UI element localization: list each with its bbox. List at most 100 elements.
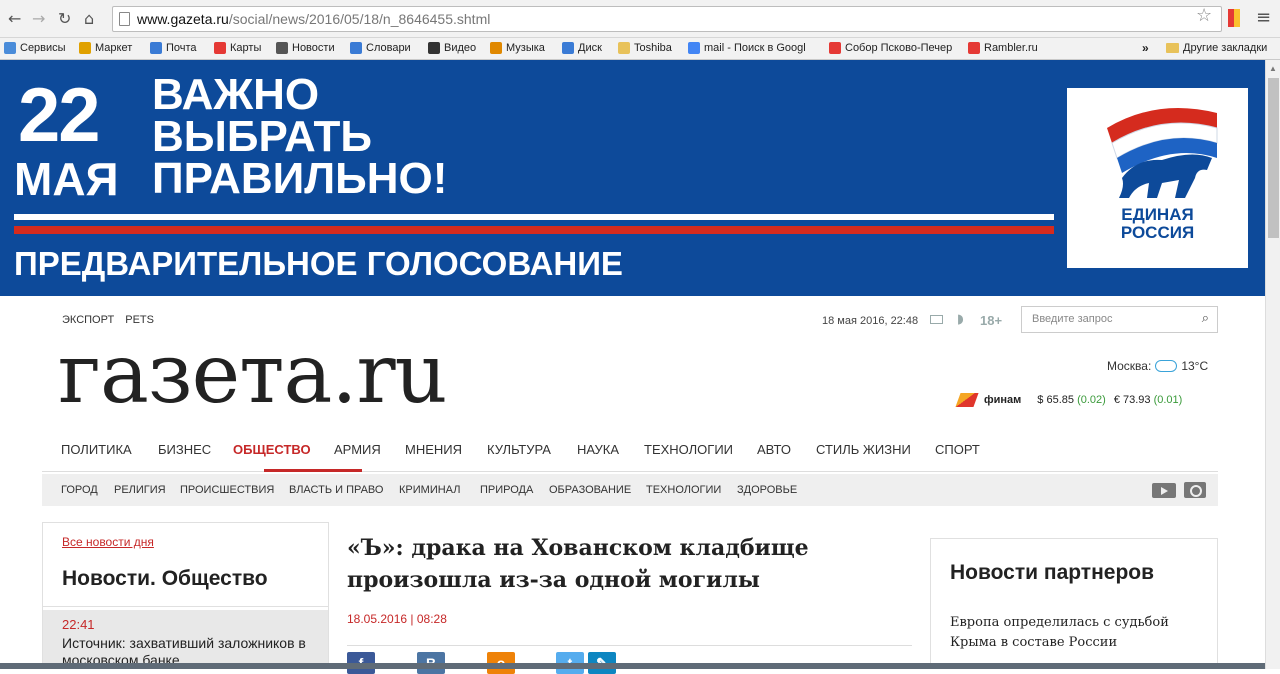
- banner-slogan-line: ВАЖНО: [152, 70, 320, 119]
- url-text[interactable]: www.gazeta.ru/social/news/2016/05/18/n_8…: [137, 11, 490, 27]
- partner-news: Новости партнеров Европа определилась с …: [930, 538, 1218, 669]
- bookmark-favicon-icon: [150, 42, 162, 54]
- subnav-item[interactable]: ПРОИСШЕСТВИЯ: [180, 484, 274, 496]
- bookmark-item[interactable]: Почта: [150, 42, 197, 54]
- address-bar[interactable]: www.gazeta.ru/social/news/2016/05/18/n_8…: [112, 6, 1222, 32]
- other-bookmarks-folder[interactable]: Другие закладки: [1166, 42, 1267, 54]
- nav-item[interactable]: АВТО: [757, 442, 791, 457]
- site-search: ⌕: [1021, 306, 1218, 333]
- mail-icon[interactable]: [930, 315, 943, 324]
- nav-item[interactable]: СТИЛЬ ЖИЗНИ: [816, 442, 911, 457]
- bookmark-item[interactable]: Диск: [562, 42, 602, 54]
- subnav-item[interactable]: ЗДОРОВЬЕ: [737, 484, 797, 496]
- party-name-line: ЕДИНАЯ: [1121, 205, 1194, 224]
- bookmark-favicon-icon: [428, 42, 440, 54]
- eur-rate: € 73.93 (0.01): [1114, 394, 1183, 406]
- bottom-strip: [0, 663, 1265, 669]
- page-icon: [119, 12, 130, 26]
- ad-banner[interactable]: 22 МАЯ ВАЖНО ВЫБРАТЬ ПРАВИЛЬНО! ПРЕДВАРИ…: [0, 60, 1265, 296]
- site-logo[interactable]: газета.ru: [58, 330, 447, 420]
- partner-heading: Новости партнеров: [950, 561, 1155, 584]
- subnav-item[interactable]: РЕЛИГИЯ: [114, 484, 166, 496]
- flag-stripe-red: [14, 226, 1054, 234]
- bookmark-favicon-icon: [350, 42, 362, 54]
- banner-subline: ПРЕДВАРИТЕЛЬНОЕ ГОЛОСОВАНИЕ: [14, 245, 623, 282]
- divider: [43, 606, 328, 607]
- export-link[interactable]: ЭКСПОРТ: [62, 314, 114, 326]
- search-icon[interactable]: ⌕: [1202, 311, 1209, 326]
- bookmark-item[interactable]: Видео: [428, 42, 476, 54]
- bookmark-label: Новости: [292, 42, 335, 54]
- weather-widget[interactable]: Москва: 13°C: [1107, 359, 1208, 373]
- bookmark-item[interactable]: Сервисы: [4, 42, 66, 54]
- party-name-line: РОССИЯ: [1120, 223, 1195, 242]
- cloud-icon: [1155, 360, 1178, 372]
- main-navigation: ПОЛИТИКА БИЗНЕС ОБЩЕСТВО АРМИЯ МНЕНИЯ КУЛЬТУР…: [42, 430, 1218, 472]
- subnav-item[interactable]: ПРИРОДА: [480, 484, 533, 496]
- banner-slogan-line: ВЫБРАТЬ: [152, 112, 373, 161]
- bookmark-label: Rambler.ru: [984, 42, 1038, 54]
- divider: [347, 645, 912, 646]
- nav-item[interactable]: НАУКА: [577, 442, 619, 457]
- banner-month: МАЯ: [14, 153, 119, 205]
- home-icon[interactable]: ⌂: [84, 9, 94, 28]
- bookmark-favicon-icon: [79, 42, 91, 54]
- nav-item[interactable]: ОБЩЕСТВО: [233, 442, 311, 457]
- bookmark-item[interactable]: Собор Псково-Печер: [829, 42, 952, 54]
- pets-link[interactable]: PETS: [125, 314, 154, 326]
- currency-rates[interactable]: финам $ 65.85 (0.02) € 73.93 (0.01): [955, 393, 1183, 407]
- nav-item[interactable]: БИЗНЕС: [158, 442, 211, 457]
- bookmark-label: Словари: [366, 42, 411, 54]
- nav-item[interactable]: АРМИЯ: [334, 442, 381, 457]
- search-input[interactable]: [1032, 307, 1192, 331]
- nav-item[interactable]: ПОЛИТИКА: [61, 442, 132, 457]
- nav-item[interactable]: СПОРТ: [935, 442, 980, 457]
- nav-item[interactable]: КУЛЬТУРА: [487, 442, 551, 457]
- bookmark-item[interactable]: Музыка: [490, 42, 545, 54]
- usd-value: $ 65.85: [1037, 394, 1074, 406]
- forward-arrow-icon[interactable]: →: [32, 9, 45, 28]
- bookmark-favicon-icon: [968, 42, 980, 54]
- browser-menu-icon[interactable]: ≡: [1256, 7, 1271, 28]
- current-datetime: 18 мая 2016, 22:48: [822, 315, 919, 327]
- bookmark-star-icon[interactable]: ☆: [1196, 5, 1212, 26]
- subnav-item[interactable]: КРИМИНАЛ: [399, 484, 460, 496]
- bookmarks-more-button[interactable]: »: [1142, 41, 1149, 55]
- bookmark-item[interactable]: Словари: [350, 42, 411, 54]
- news-time: 22:41: [62, 617, 95, 632]
- camera-icon[interactable]: [1184, 482, 1206, 498]
- back-arrow-icon[interactable]: ←: [8, 9, 21, 28]
- bookmark-item[interactable]: Новости: [276, 42, 335, 54]
- subnav-item[interactable]: ТЕХНОЛОГИИ: [646, 484, 721, 496]
- nav-item[interactable]: ТЕХНОЛОГИИ: [644, 442, 733, 457]
- party-name: ЕДИНАЯ РОССИЯ: [1067, 206, 1248, 242]
- bookmark-favicon-icon: [829, 42, 841, 54]
- all-news-link[interactable]: Все новости дня: [62, 535, 154, 549]
- bookmark-label: Диск: [578, 42, 602, 54]
- bookmark-label: Маркет: [95, 42, 133, 54]
- video-icon[interactable]: [1152, 483, 1176, 498]
- page-scrollbar[interactable]: ▲: [1265, 60, 1280, 669]
- bookmark-item[interactable]: Toshiba: [618, 42, 672, 54]
- bookmark-item[interactable]: Карты: [214, 42, 261, 54]
- usd-change: (0.02): [1077, 394, 1106, 406]
- nav-item[interactable]: МНЕНИЯ: [405, 442, 462, 457]
- bookmark-favicon-icon: [490, 42, 502, 54]
- article-date: 18.05.2016 | 08:28: [347, 612, 447, 626]
- partner-news-link[interactable]: Европа определилась с судьбой Крыма в со…: [950, 613, 1205, 653]
- bookmark-item[interactable]: Rambler.ru: [968, 42, 1038, 54]
- scrollbar-thumb[interactable]: [1268, 78, 1279, 238]
- extension-flag-icon[interactable]: [1228, 9, 1240, 27]
- bookmark-item[interactable]: mail - Поиск в Googl: [688, 42, 806, 54]
- reload-icon[interactable]: ↻: [58, 9, 71, 28]
- bookmark-item[interactable]: Маркет: [79, 42, 132, 54]
- rss-icon[interactable]: ◗: [957, 312, 964, 327]
- scroll-up-icon[interactable]: ▲: [1269, 64, 1277, 73]
- list-item[interactable]: 22:41 Источник: захвативший заложников в…: [43, 610, 328, 668]
- subnav-item[interactable]: ГОРОД: [61, 484, 98, 496]
- party-logo: ЕДИНАЯ РОССИЯ: [1067, 88, 1248, 268]
- subnav-item[interactable]: ОБРАЗОВАНИЕ: [549, 484, 631, 496]
- banner-slogan-line: ПРАВИЛЬНО!: [152, 154, 448, 203]
- bookmark-label: Видео: [444, 42, 477, 54]
- subnav-item[interactable]: ВЛАСТЬ И ПРАВО: [289, 484, 383, 496]
